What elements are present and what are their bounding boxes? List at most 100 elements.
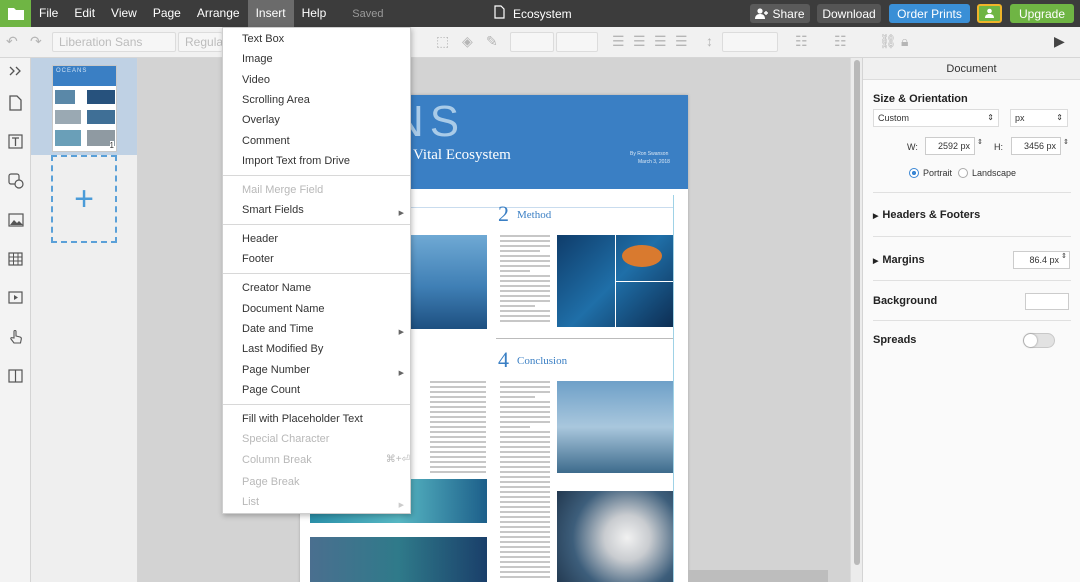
- menu-item-scrolling-area[interactable]: Scrolling Area: [242, 92, 310, 108]
- page-icon[interactable]: [7, 94, 24, 111]
- unit-select[interactable]: px ⇕: [1010, 109, 1068, 127]
- zoom-controls[interactable]: [688, 570, 828, 582]
- thumbnail-page-number: 1: [109, 141, 114, 150]
- width-stepper[interactable]: ⇕: [977, 138, 983, 146]
- menu-item-last-modified-by[interactable]: Last Modified By: [242, 341, 323, 357]
- line-spacing-input[interactable]: [722, 32, 778, 52]
- menu-item-page-number[interactable]: Page Number ▶: [242, 362, 410, 378]
- menu-item-date-and-time[interactable]: Date and Time ▶: [242, 321, 410, 337]
- size-preset-value: Custom: [878, 113, 910, 123]
- document-icon: [494, 5, 505, 22]
- app-logo[interactable]: [0, 0, 31, 27]
- share-button[interactable]: Share: [750, 4, 810, 23]
- menu-item-text-box[interactable]: Text Box: [242, 31, 284, 47]
- menu-item-fill-placeholder[interactable]: Fill with Placeholder Text: [242, 411, 363, 427]
- menu-item-overlay[interactable]: Overlay: [242, 112, 280, 128]
- height-label: H:: [994, 142, 1003, 152]
- landscape-radio[interactable]: [958, 168, 968, 178]
- font-style-select[interactable]: Regular: [178, 32, 227, 52]
- plus-icon: +: [74, 179, 94, 218]
- ocean-cliff-photo[interactable]: [410, 235, 487, 329]
- download-button[interactable]: Download: [817, 4, 881, 23]
- width-input[interactable]: 2592 px: [925, 137, 975, 155]
- glacier-photo[interactable]: [557, 381, 674, 473]
- smart-fields-label: Smart Fields: [242, 204, 304, 216]
- marine-life-photo[interactable]: [557, 235, 674, 327]
- bullet-list-icon[interactable]: ☷: [795, 33, 808, 50]
- add-page-button[interactable]: +: [51, 155, 117, 243]
- stroke-style-select[interactable]: [510, 32, 554, 52]
- divider: [873, 192, 1071, 193]
- font-family-select[interactable]: Liberation Sans: [52, 32, 176, 52]
- align-center-icon[interactable]: ☰: [633, 33, 646, 50]
- video-icon[interactable]: [7, 289, 24, 306]
- spreads-toggle[interactable]: [1023, 333, 1055, 348]
- spreads-icon[interactable]: [7, 367, 24, 384]
- menu-edit[interactable]: Edit: [66, 0, 103, 27]
- spreads-label: Spreads: [873, 334, 917, 346]
- shapes-icon[interactable]: [7, 172, 24, 189]
- width-label: W:: [907, 142, 918, 152]
- stroke-color-icon[interactable]: ✎: [486, 33, 498, 50]
- toolbar: ↶ ↷ Liberation Sans Regular ⬚ ◈ ✎ ☰ ☰ ☰ …: [0, 27, 1080, 58]
- vertical-scrollbar[interactable]: [850, 58, 862, 582]
- redo-icon[interactable]: ↷: [30, 33, 42, 50]
- section4-title: Conclusion: [517, 355, 568, 367]
- lock-icon[interactable]: 🔒︎: [901, 33, 908, 50]
- interactive-hand-icon[interactable]: [7, 328, 24, 345]
- fill-color-icon[interactable]: ◈: [462, 33, 473, 50]
- hurricane-photo[interactable]: [557, 491, 674, 582]
- menu-item-page-count[interactable]: Page Count: [242, 382, 300, 398]
- order-prints-button[interactable]: Order Prints: [889, 4, 970, 23]
- headers-footers-label: Headers & Footers: [882, 209, 981, 221]
- image-icon[interactable]: [7, 211, 24, 228]
- scrollbar-thumb[interactable]: [854, 60, 860, 565]
- menu-item-comment[interactable]: Comment: [242, 133, 290, 149]
- align-right-icon[interactable]: ☰: [654, 33, 667, 50]
- menu-view[interactable]: View: [103, 0, 145, 27]
- menu-file[interactable]: File: [31, 0, 66, 27]
- align-justify-icon[interactable]: ☰: [675, 33, 688, 50]
- menu-item-image[interactable]: Image: [242, 51, 273, 67]
- menu-page[interactable]: Page: [145, 0, 189, 27]
- document-title[interactable]: Ecosystem: [494, 0, 572, 27]
- undo-icon[interactable]: ↶: [6, 33, 18, 50]
- margins-toggle[interactable]: ▶ Margins: [873, 254, 925, 266]
- upgrade-button[interactable]: Upgrade: [1010, 4, 1074, 23]
- align-left-icon[interactable]: ☰: [612, 33, 625, 50]
- menu-insert[interactable]: Insert: [247, 0, 294, 27]
- table-icon[interactable]: [7, 250, 24, 267]
- text-column[interactable]: [500, 235, 550, 325]
- menu-item-creator-name[interactable]: Creator Name: [242, 280, 311, 296]
- menu-help[interactable]: Help: [294, 0, 335, 27]
- stroke-width-input[interactable]: [556, 32, 598, 52]
- margins-stepper[interactable]: ⇕: [1061, 252, 1067, 260]
- coastline-photo[interactable]: [310, 537, 487, 582]
- text-column[interactable]: [430, 381, 486, 476]
- collapse-icon[interactable]: [7, 62, 24, 79]
- text-tool-icon[interactable]: [7, 133, 24, 150]
- menu-item-header[interactable]: Header: [242, 231, 278, 247]
- size-preset-select[interactable]: Custom ⇕: [873, 109, 999, 127]
- height-stepper[interactable]: ⇕: [1063, 138, 1069, 146]
- crop-icon[interactable]: ⬚: [436, 33, 449, 50]
- height-input[interactable]: 3456 px: [1011, 137, 1061, 155]
- line-spacing-icon[interactable]: ↕: [706, 33, 713, 49]
- menu-item-document-name[interactable]: Document Name: [242, 301, 325, 317]
- portrait-label: Portrait: [923, 168, 953, 178]
- link-icon[interactable]: ⛓: [879, 33, 897, 50]
- text-column[interactable]: [500, 381, 550, 581]
- numbered-list-icon[interactable]: ☷: [834, 33, 847, 50]
- portrait-radio[interactable]: [909, 168, 919, 178]
- thumbnail-photo: [87, 90, 115, 104]
- menu-item-import-text[interactable]: Import Text from Drive: [242, 153, 350, 169]
- menu-item-video[interactable]: Video: [242, 72, 270, 88]
- present-icon[interactable]: ▶: [1054, 33, 1065, 50]
- background-color-swatch[interactable]: [1025, 293, 1069, 310]
- headers-footers-toggle[interactable]: ▶ Headers & Footers: [873, 209, 980, 221]
- menu-item-smart-fields[interactable]: Smart Fields ▶: [242, 202, 410, 218]
- page-thumbnail-1[interactable]: OCEANS 1: [52, 65, 117, 152]
- menu-item-footer[interactable]: Footer: [242, 251, 274, 267]
- menu-arrange[interactable]: Arrange: [189, 0, 248, 27]
- account-button[interactable]: [977, 4, 1002, 23]
